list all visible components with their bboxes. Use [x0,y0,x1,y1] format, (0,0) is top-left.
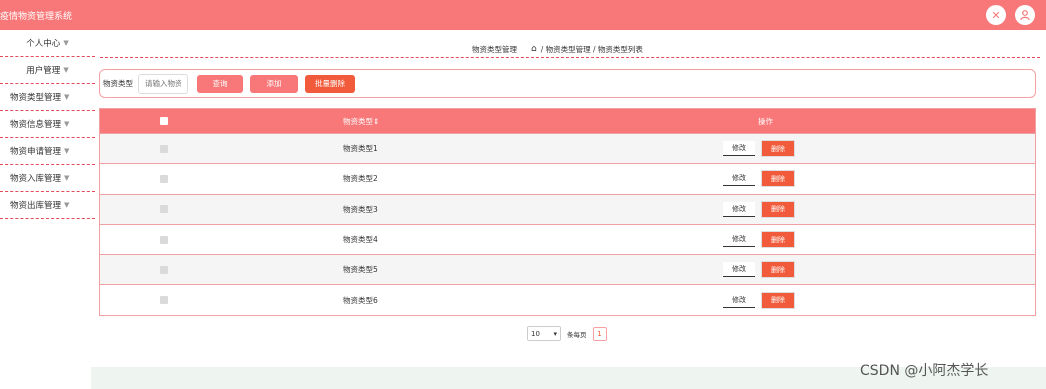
page-number[interactable]: 1 [592,326,607,341]
data-table: 物资类型⇕ 操作 物资类型1 修改 删除 物资类型2 修改 删除 物资类型3 修改 删除 物资类型… [99,108,1036,316]
chevron-down-icon: ▼ [64,174,70,182]
sidebar-item-material-type[interactable]: 物资类型管理 ▼ [0,84,95,111]
sidebar-item-material-outbound[interactable]: 物资出库管理 ▼ [0,192,95,219]
page-size-value: 10 [531,329,540,338]
fullscreen-exit-icon[interactable]: ✕ [986,5,1006,25]
search-input[interactable] [138,73,188,94]
sidebar-item-label: 个人中心 [26,39,61,49]
chevron-down-icon: ▼ [64,201,70,209]
row-checkbox[interactable] [160,205,168,214]
search-label: 物资类型 [103,79,133,88]
batch-delete-button[interactable]: 批量删除 [305,74,355,93]
row-checkbox[interactable] [160,174,168,183]
material-type-cell: 物资类型6 [343,295,378,305]
app-title: 疫情物资管理系统 [0,12,73,22]
chevron-down-icon: ▼ [64,93,70,101]
edit-button[interactable]: 修改 [723,171,755,187]
sidebar-item-user-management[interactable]: 用户管理 ▼ [0,57,95,84]
top-bar: 疫情物资管理系统 ✕ [0,0,1046,30]
sidebar-item-label: 物资申请管理 [10,147,62,157]
material-type-cell: 物资类型5 [343,265,378,275]
sidebar: 个人中心 ▼ 用户管理 ▼ 物资类型管理 ▼ 物资信息管理 ▼ 物资申请管理 ▼ 物资入库… [0,30,95,219]
delete-button[interactable]: 删除 [761,291,795,309]
page-size-select[interactable]: 10 ▾ [527,326,561,341]
column-header-actions: 操作 [758,116,773,126]
chevron-down-icon: ▾ [553,329,557,338]
table-row: 物资类型1 修改 删除 [100,133,1035,164]
sidebar-item-label: 物资类型管理 [10,93,62,103]
table-row: 物资类型5 修改 删除 [100,254,1035,285]
query-button[interactable]: 查询 [197,74,243,93]
table-row: 物资类型3 修改 删除 [100,193,1035,224]
sidebar-item-label: 用户管理 [26,66,61,76]
breadcrumb-section: 物资类型管理 [472,45,517,54]
search-panel: 物资类型 查询 添加 批量删除 [99,69,1036,98]
column-header-type[interactable]: 物资类型⇕ [228,116,493,127]
chevron-down-icon: ▼ [64,120,70,128]
row-checkbox[interactable] [160,144,168,153]
delete-button[interactable]: 删除 [761,170,795,188]
material-type-cell: 物资类型2 [343,174,378,184]
sidebar-item-material-apply[interactable]: 物资申请管理 ▼ [0,138,95,165]
per-page-label: 条每页 [567,330,587,339]
table-row: 物资类型6 修改 删除 [100,284,1035,315]
add-button[interactable]: 添加 [250,74,298,93]
table-row: 物资类型4 修改 删除 [100,223,1035,255]
edit-button[interactable]: 修改 [723,141,755,157]
breadcrumb-path: / 物资类型管理 / 物资类型列表 [540,45,643,54]
watermark: CSDN @小阿杰学长 [860,363,989,379]
row-checkbox[interactable] [160,296,168,305]
pagination: 10 ▾ 条每页 1 [527,326,607,341]
edit-button[interactable]: 修改 [723,201,755,217]
header-divider [100,57,1040,58]
material-type-cell: 物资类型3 [343,204,378,214]
sidebar-item-label: 物资入库管理 [10,174,62,184]
material-type-cell: 物资类型1 [343,144,378,154]
sidebar-item-material-info[interactable]: 物资信息管理 ▼ [0,111,95,138]
edit-button[interactable]: 修改 [723,262,755,278]
table-row: 物资类型2 修改 删除 [100,163,1035,194]
delete-button[interactable]: 删除 [761,140,795,158]
delete-button[interactable]: 删除 [761,200,795,218]
home-icon[interactable]: ⌂ [531,44,537,55]
sidebar-item-personal-center[interactable]: 个人中心 ▼ [0,30,95,57]
sidebar-item-material-inbound[interactable]: 物资入库管理 ▼ [0,165,95,192]
delete-button[interactable]: 删除 [761,261,795,279]
table-header: 物资类型⇕ 操作 [100,109,1035,133]
sidebar-item-label: 物资信息管理 [10,120,62,130]
breadcrumb: 物资类型管理 ⌂ / 物资类型管理 / 物资类型列表 [472,44,643,55]
user-icon[interactable] [1015,5,1035,25]
delete-button[interactable]: 删除 [761,231,795,249]
edit-button[interactable]: 修改 [723,292,755,308]
sidebar-item-label: 物资出库管理 [10,201,62,211]
chevron-down-icon: ▼ [64,147,70,155]
row-checkbox[interactable] [160,235,168,244]
edit-button[interactable]: 修改 [723,232,755,248]
chevron-down-icon: ▼ [63,66,69,74]
material-type-cell: 物资类型4 [343,235,378,245]
chevron-down-icon: ▼ [63,39,69,47]
row-checkbox[interactable] [160,265,168,274]
select-all-checkbox[interactable] [160,117,168,125]
